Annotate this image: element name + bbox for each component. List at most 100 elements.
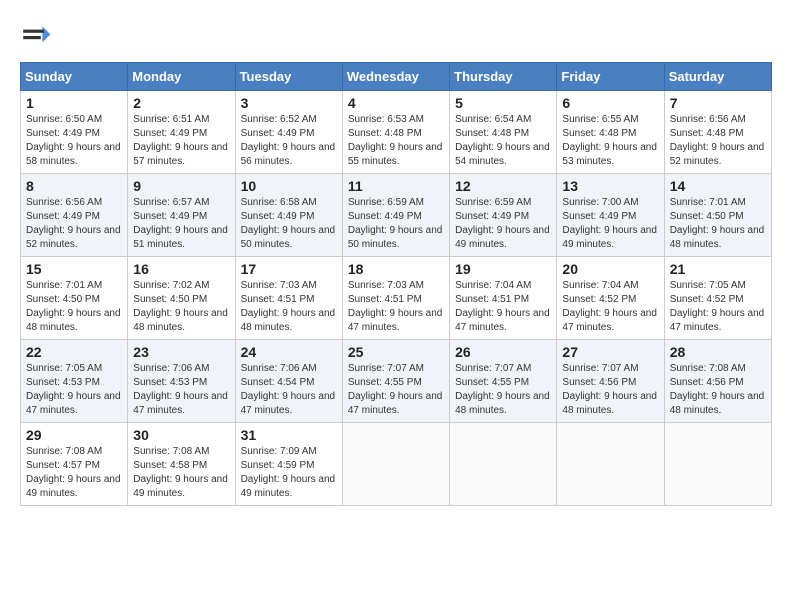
calendar-week-row: 29 Sunrise: 7:08 AM Sunset: 4:57 PM Dayli… <box>21 423 772 506</box>
day-number: 14 <box>670 178 766 194</box>
calendar-cell: 15 Sunrise: 7:01 AM Sunset: 4:50 PM Dayli… <box>21 257 128 340</box>
day-info: Sunrise: 7:07 AM Sunset: 4:55 PM Dayligh… <box>348 362 444 418</box>
calendar-cell: 25 Sunrise: 7:07 AM Sunset: 4:55 PM Dayli… <box>342 340 449 423</box>
day-info: Sunrise: 7:08 AM Sunset: 4:56 PM Dayligh… <box>670 362 766 418</box>
calendar-cell <box>342 423 449 506</box>
calendar-cell: 11 Sunrise: 6:59 AM Sunset: 4:49 PM Dayli… <box>342 174 449 257</box>
calendar: SundayMondayTuesdayWednesdayThursdayFrid… <box>20 62 772 506</box>
day-info: Sunrise: 6:55 AM Sunset: 4:48 PM Dayligh… <box>562 113 658 169</box>
day-number: 2 <box>133 95 229 111</box>
day-number: 18 <box>348 261 444 277</box>
weekday-header: Friday <box>557 63 664 91</box>
calendar-cell: 4 Sunrise: 6:53 AM Sunset: 4:48 PM Daylig… <box>342 91 449 174</box>
day-info: Sunrise: 6:50 AM Sunset: 4:49 PM Dayligh… <box>26 113 122 169</box>
day-info: Sunrise: 7:03 AM Sunset: 4:51 PM Dayligh… <box>241 279 337 335</box>
day-number: 11 <box>348 178 444 194</box>
calendar-cell: 9Sunrise: 6:57 AM Sunset: 4:49 PM Daylig… <box>128 174 235 257</box>
day-info: Sunrise: 7:06 AM Sunset: 4:53 PM Dayligh… <box>133 362 229 418</box>
calendar-cell: 30 Sunrise: 7:08 AM Sunset: 4:58 PM Dayli… <box>128 423 235 506</box>
day-number: 15 <box>26 261 122 277</box>
day-info: Sunrise: 6:56 AM Sunset: 4:49 PM Dayligh… <box>26 196 122 252</box>
day-info: Sunrise: 7:08 AM Sunset: 4:57 PM Dayligh… <box>26 445 122 501</box>
day-number: 10 <box>241 178 337 194</box>
day-info: Sunrise: 6:57 AM Sunset: 4:49 PM Dayligh… <box>133 196 229 252</box>
day-number: 24 <box>241 344 337 360</box>
day-number: 5 <box>455 95 551 111</box>
day-info: Sunrise: 7:07 AM Sunset: 4:56 PM Dayligh… <box>562 362 658 418</box>
day-info: Sunrise: 6:53 AM Sunset: 4:48 PM Dayligh… <box>348 113 444 169</box>
day-number: 25 <box>348 344 444 360</box>
calendar-week-row: 15 Sunrise: 7:01 AM Sunset: 4:50 PM Dayli… <box>21 257 772 340</box>
day-info: Sunrise: 7:01 AM Sunset: 4:50 PM Dayligh… <box>26 279 122 335</box>
day-number: 7 <box>670 95 766 111</box>
calendar-cell: 26Sunrise: 7:07 AM Sunset: 4:55 PM Dayli… <box>450 340 557 423</box>
day-number: 27 <box>562 344 658 360</box>
day-number: 3 <box>241 95 337 111</box>
calendar-cell: 6 Sunrise: 6:55 AM Sunset: 4:48 PM Daylig… <box>557 91 664 174</box>
day-info: Sunrise: 6:54 AM Sunset: 4:48 PM Dayligh… <box>455 113 551 169</box>
day-number: 28 <box>670 344 766 360</box>
calendar-cell: 8 Sunrise: 6:56 AM Sunset: 4:49 PM Daylig… <box>21 174 128 257</box>
day-number: 6 <box>562 95 658 111</box>
day-info: Sunrise: 7:03 AM Sunset: 4:51 PM Dayligh… <box>348 279 444 335</box>
day-number: 12 <box>455 178 551 194</box>
calendar-cell: 20Sunrise: 7:04 AM Sunset: 4:52 PM Dayli… <box>557 257 664 340</box>
calendar-cell: 27 Sunrise: 7:07 AM Sunset: 4:56 PM Dayli… <box>557 340 664 423</box>
calendar-cell: 19Sunrise: 7:04 AM Sunset: 4:51 PM Dayli… <box>450 257 557 340</box>
calendar-cell: 22Sunrise: 7:05 AM Sunset: 4:53 PM Dayli… <box>21 340 128 423</box>
calendar-cell: 16Sunrise: 7:02 AM Sunset: 4:50 PM Dayli… <box>128 257 235 340</box>
day-number: 13 <box>562 178 658 194</box>
day-number: 19 <box>455 261 551 277</box>
logo-icon <box>20 20 52 52</box>
day-info: Sunrise: 7:01 AM Sunset: 4:50 PM Dayligh… <box>670 196 766 252</box>
calendar-cell: 1 Sunrise: 6:50 AM Sunset: 4:49 PM Daylig… <box>21 91 128 174</box>
calendar-cell <box>450 423 557 506</box>
calendar-cell: 28 Sunrise: 7:08 AM Sunset: 4:56 PM Dayli… <box>664 340 771 423</box>
day-info: Sunrise: 6:52 AM Sunset: 4:49 PM Dayligh… <box>241 113 337 169</box>
calendar-week-row: 1 Sunrise: 6:50 AM Sunset: 4:49 PM Daylig… <box>21 91 772 174</box>
day-number: 31 <box>241 427 337 443</box>
day-info: Sunrise: 7:00 AM Sunset: 4:49 PM Dayligh… <box>562 196 658 252</box>
calendar-cell: 5 Sunrise: 6:54 AM Sunset: 4:48 PM Daylig… <box>450 91 557 174</box>
calendar-week-row: 22Sunrise: 7:05 AM Sunset: 4:53 PM Dayli… <box>21 340 772 423</box>
weekday-header: Monday <box>128 63 235 91</box>
day-number: 20 <box>562 261 658 277</box>
logo <box>20 20 56 52</box>
calendar-week-row: 8 Sunrise: 6:56 AM Sunset: 4:49 PM Daylig… <box>21 174 772 257</box>
day-info: Sunrise: 6:56 AM Sunset: 4:48 PM Dayligh… <box>670 113 766 169</box>
day-number: 4 <box>348 95 444 111</box>
calendar-cell: 2 Sunrise: 6:51 AM Sunset: 4:49 PM Daylig… <box>128 91 235 174</box>
day-info: Sunrise: 6:51 AM Sunset: 4:49 PM Dayligh… <box>133 113 229 169</box>
day-info: Sunrise: 6:59 AM Sunset: 4:49 PM Dayligh… <box>455 196 551 252</box>
day-info: Sunrise: 6:58 AM Sunset: 4:49 PM Dayligh… <box>241 196 337 252</box>
page-header <box>20 20 772 52</box>
day-number: 26 <box>455 344 551 360</box>
day-info: Sunrise: 7:08 AM Sunset: 4:58 PM Dayligh… <box>133 445 229 501</box>
calendar-cell <box>557 423 664 506</box>
calendar-cell: 10 Sunrise: 6:58 AM Sunset: 4:49 PM Dayli… <box>235 174 342 257</box>
day-number: 22 <box>26 344 122 360</box>
day-info: Sunrise: 6:59 AM Sunset: 4:49 PM Dayligh… <box>348 196 444 252</box>
day-number: 23 <box>133 344 229 360</box>
weekday-header: Sunday <box>21 63 128 91</box>
calendar-cell: 31Sunrise: 7:09 AM Sunset: 4:59 PM Dayli… <box>235 423 342 506</box>
weekday-header: Wednesday <box>342 63 449 91</box>
calendar-cell: 29 Sunrise: 7:08 AM Sunset: 4:57 PM Dayli… <box>21 423 128 506</box>
day-number: 17 <box>241 261 337 277</box>
calendar-cell: 23 Sunrise: 7:06 AM Sunset: 4:53 PM Dayli… <box>128 340 235 423</box>
day-number: 30 <box>133 427 229 443</box>
calendar-cell <box>664 423 771 506</box>
calendar-cell: 3 Sunrise: 6:52 AM Sunset: 4:49 PM Daylig… <box>235 91 342 174</box>
day-number: 8 <box>26 178 122 194</box>
day-info: Sunrise: 7:05 AM Sunset: 4:52 PM Dayligh… <box>670 279 766 335</box>
calendar-cell: 7 Sunrise: 6:56 AM Sunset: 4:48 PM Daylig… <box>664 91 771 174</box>
day-number: 29 <box>26 427 122 443</box>
calendar-cell: 18 Sunrise: 7:03 AM Sunset: 4:51 PM Dayli… <box>342 257 449 340</box>
calendar-cell: 21Sunrise: 7:05 AM Sunset: 4:52 PM Dayli… <box>664 257 771 340</box>
calendar-cell: 13 Sunrise: 7:00 AM Sunset: 4:49 PM Dayli… <box>557 174 664 257</box>
day-number: 1 <box>26 95 122 111</box>
weekday-header: Saturday <box>664 63 771 91</box>
calendar-cell: 14 Sunrise: 7:01 AM Sunset: 4:50 PM Dayli… <box>664 174 771 257</box>
calendar-cell: 17 Sunrise: 7:03 AM Sunset: 4:51 PM Dayli… <box>235 257 342 340</box>
calendar-cell: 12 Sunrise: 6:59 AM Sunset: 4:49 PM Dayli… <box>450 174 557 257</box>
